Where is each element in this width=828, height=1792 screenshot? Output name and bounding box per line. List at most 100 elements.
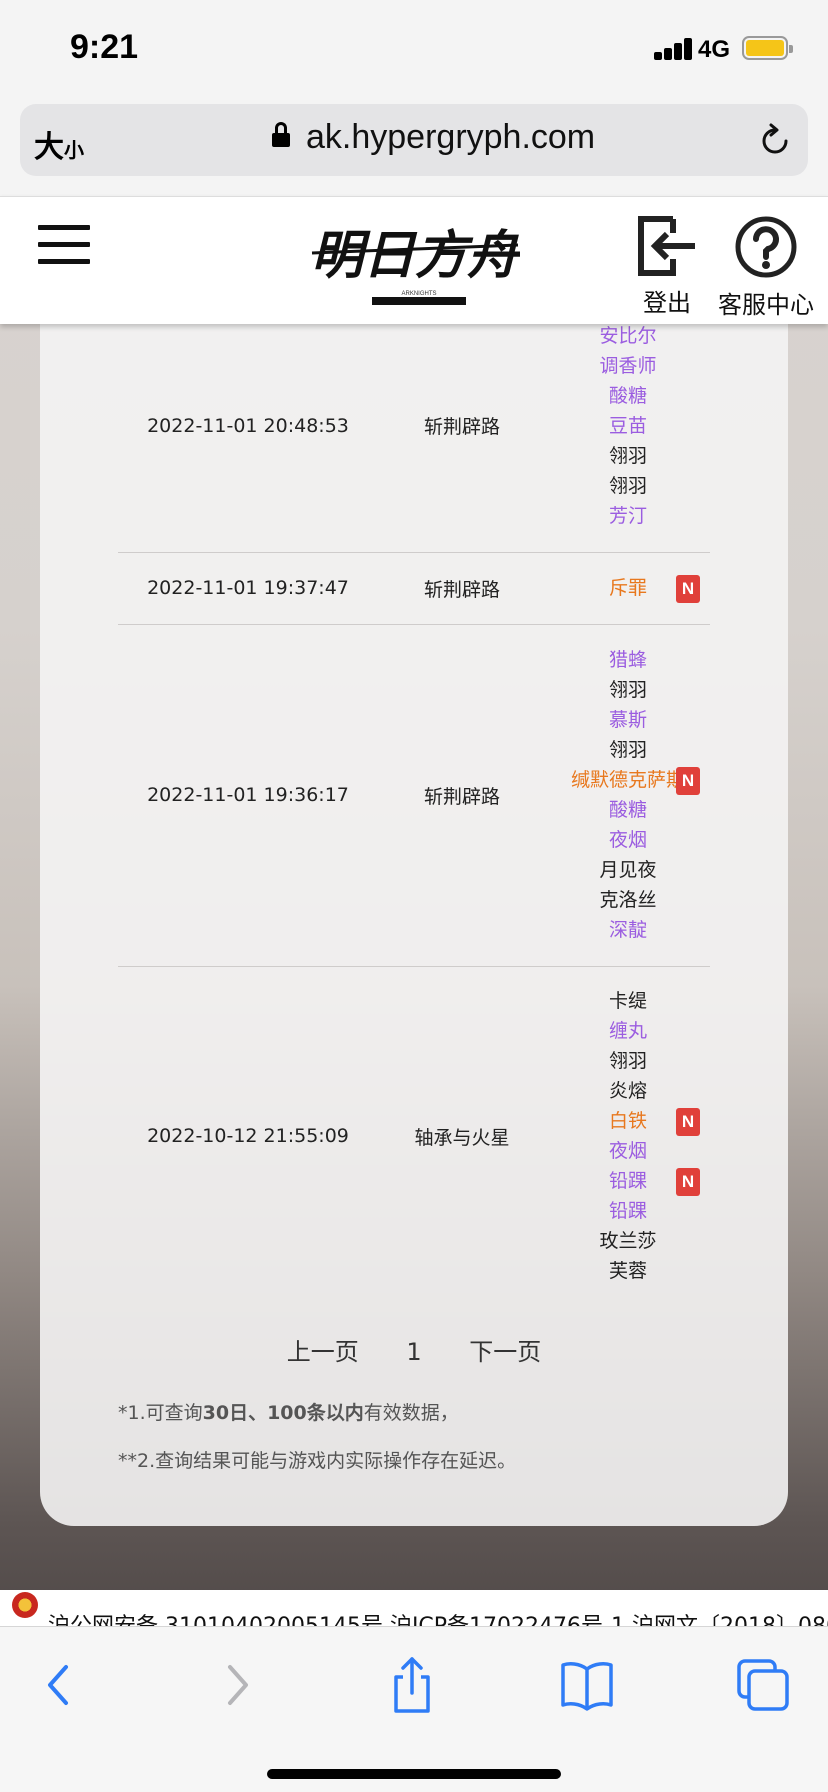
operator-name: 芙蓉 <box>608 1260 647 1283</box>
operator-name: 夜烟 <box>608 1140 647 1163</box>
new-badge: N <box>676 575 700 603</box>
record-time: 2022-11-01 19:36:17 <box>118 624 378 967</box>
operator-name: 卡缇 <box>608 990 647 1013</box>
operator-name: 安比尔 <box>599 324 657 347</box>
operator-entry: 猎蜂 <box>546 645 710 675</box>
record-operators: 安比尔 调香师 酸糖 豆苗 翎羽 翎羽 芳汀 <box>546 300 710 553</box>
operator-name: 芳汀 <box>608 504 647 527</box>
operator-entry: 酸糖 <box>546 381 710 411</box>
operator-name: 豆苗 <box>608 414 647 437</box>
operator-entry: 调香师 <box>546 351 710 381</box>
logout-icon <box>638 216 695 276</box>
operator-entry: 安比尔 <box>546 321 710 351</box>
help-icon <box>735 216 797 278</box>
operator-entry: 缠丸 <box>546 1016 710 1046</box>
operator-entry: 夜烟 <box>546 825 710 855</box>
operator-entry: 翎羽 <box>546 735 710 765</box>
new-badge: N <box>676 1108 700 1137</box>
operator-name: 铅踝 <box>608 1170 647 1193</box>
record-pool: 斩荆辟路 <box>378 624 546 967</box>
signal-icon <box>654 36 702 60</box>
operator-entry: 芳汀 <box>546 501 710 531</box>
operator-name: 克洛丝 <box>599 889 657 911</box>
tabs-icon[interactable] <box>733 1655 793 1715</box>
operator-name: 酸糖 <box>608 384 647 407</box>
operator-entry: 月见夜 <box>546 855 710 885</box>
operator-entry: 夜烟 <box>546 1136 710 1166</box>
operator-entry: 翎羽 <box>546 441 710 471</box>
operator-entry: 翎羽 <box>546 675 710 705</box>
logout-button[interactable]: 登出 <box>628 215 706 318</box>
footer-license-text[interactable]: 沪公网安备 31010402005145号 沪ICP备17022476号-1 沪… <box>48 1608 828 1626</box>
footer-strip: 沪公网安备 31010402005145号 沪ICP备17022476号-1 沪… <box>0 1590 828 1626</box>
record-pool: 斩荆辟路 <box>378 300 546 553</box>
home-indicator <box>267 1769 561 1779</box>
police-emblem-icon <box>12 1592 38 1618</box>
operator-name: 夜烟 <box>608 829 647 851</box>
forward-icon[interactable] <box>206 1655 266 1715</box>
note-1: *1.可查询30日、100条以内有效数据， <box>118 1402 459 1424</box>
operator-name: 翎羽 <box>608 739 647 761</box>
address-bar[interactable]: 大小 ak.hypergryph.com <box>20 104 808 176</box>
operator-entry: 酸糖 <box>546 795 710 825</box>
current-page: 1 <box>406 1338 422 1366</box>
operator-entry: 克洛丝 <box>546 885 710 915</box>
back-icon[interactable] <box>30 1655 90 1715</box>
operator-name: 斥罪 <box>608 577 647 599</box>
operator-entry: 翎羽 <box>546 471 710 501</box>
prev-page-button[interactable]: 上一页 <box>287 1332 359 1367</box>
url-text[interactable]: ak.hypergryph.com <box>306 118 595 157</box>
records-table: 2022-11-01 20:48:53 斩荆辟路 安比尔 调香师 酸糖 豆苗 翎羽 翎羽 芳汀 2… <box>118 300 710 1306</box>
record-pool: 斩荆辟路 <box>378 552 546 625</box>
operator-name: 调香师 <box>599 354 657 377</box>
reload-icon[interactable] <box>756 122 794 160</box>
record-operators: 猎蜂 翎羽 慕斯 翎羽 缄默德克萨斯 N 酸糖 夜烟 月见夜 克洛丝 深靛 <box>546 624 710 967</box>
operator-entry: 铅踝 N <box>546 1166 710 1197</box>
lock-icon <box>272 122 290 150</box>
operator-name: 酸糖 <box>608 799 647 821</box>
operator-entry: 玫兰莎 <box>546 1226 710 1256</box>
next-page-button[interactable]: 下一页 <box>469 1332 541 1367</box>
share-icon[interactable] <box>382 1655 442 1715</box>
bookmarks-icon[interactable] <box>557 1655 617 1715</box>
text-size-button[interactable]: 大小 <box>34 122 84 166</box>
record-operators: 卡缇缠丸翎羽炎熔白铁 N 夜烟铅踝 N 铅踝玫兰莎芙蓉 <box>546 966 710 1306</box>
operator-entry: 豆苗 <box>546 411 710 441</box>
browser-toolbar <box>0 1626 828 1792</box>
arknights-logo[interactable]: 明日方舟 ARKNIGHTS <box>310 211 520 309</box>
operator-entry: 卡缇 <box>546 986 710 1016</box>
operator-entry: 深靛 <box>546 915 710 945</box>
operator-entry: 翎羽 <box>546 1046 710 1076</box>
record-operators: 斥罪 N <box>546 552 710 625</box>
new-badge: N <box>676 1168 700 1197</box>
operator-name: 翎羽 <box>608 474 647 497</box>
operator-name: 深靛 <box>608 919 647 941</box>
battery-icon <box>742 36 793 60</box>
svg-text:明日方舟: 明日方舟 <box>311 225 520 286</box>
record-pool: 轴承与火星 <box>414 1126 510 1149</box>
logout-label: 登出 <box>643 289 691 317</box>
record-row: 2022-10-12 21:55:09 轴承与火星 卡缇 缠丸 翎羽 炎熔 白铁 N 夜烟 铅踝 N… <box>118 966 710 1306</box>
operator-entry: 白铁 N <box>546 1106 710 1137</box>
record-row: 2022-11-01 19:37:47 斩荆辟路 斥罪 N <box>118 552 710 625</box>
status-time: 9:21 <box>70 28 139 66</box>
operator-name: 猎蜂 <box>608 649 647 671</box>
operator-name: 炎熔 <box>608 1080 647 1103</box>
operator-entry: 芙蓉 <box>546 1256 710 1286</box>
operator-name: 慕斯 <box>608 709 647 731</box>
svg-text:ARKNIGHTS: ARKNIGHTS <box>401 291 436 297</box>
operator-name: 缠丸 <box>608 1020 647 1043</box>
operator-name: 玫兰莎 <box>599 1230 657 1253</box>
operator-name: 翎羽 <box>608 679 647 701</box>
operator-name: 缄默德克萨斯 <box>570 769 685 791</box>
help-label: 客服中心 <box>718 291 814 319</box>
operator-name: 翎羽 <box>608 1050 647 1073</box>
help-center-button[interactable]: 客服中心 <box>708 215 824 320</box>
operator-name: 翎羽 <box>608 444 647 467</box>
operator-entry: 斥罪 N <box>546 573 710 603</box>
note-2: **2.查询结果可能与游戏内实际操作存在延迟。 <box>118 1450 517 1472</box>
site-header: 明日方舟 ARKNIGHTS 登出 客服中心 <box>0 196 828 324</box>
operator-entry: 缄默德克萨斯 N <box>546 765 710 795</box>
record-time: 2022-11-01 19:37:47 <box>118 552 378 625</box>
menu-icon[interactable] <box>38 225 90 265</box>
